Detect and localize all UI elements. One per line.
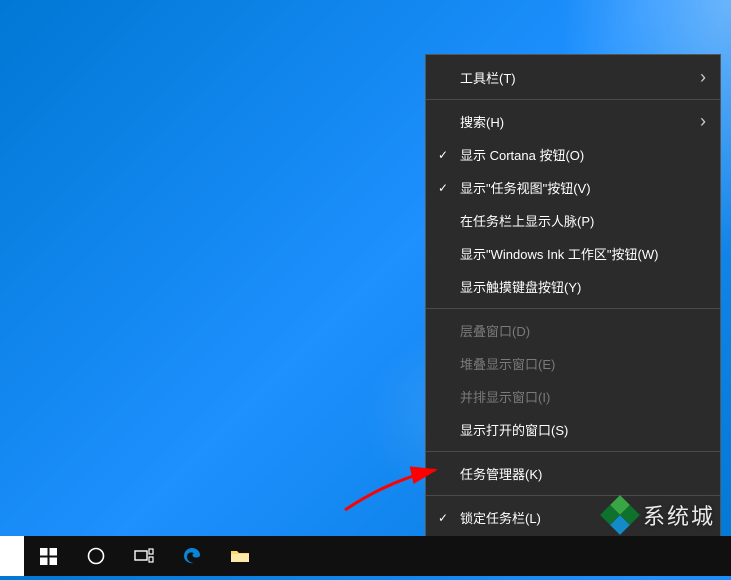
menu-label: 任务管理器(K)	[460, 464, 542, 483]
cortana-circle-icon	[87, 547, 105, 565]
check-icon: ✓	[438, 148, 448, 162]
menu-separator	[426, 495, 720, 496]
menu-label: 显示触摸键盘按钮(Y)	[460, 277, 581, 296]
menu-search[interactable]: 搜索(H)	[426, 105, 720, 138]
task-view-button[interactable]	[120, 536, 168, 576]
menu-separator	[426, 451, 720, 452]
menu-label: 并排显示窗口(I)	[460, 387, 550, 406]
menu-label: 显示 Cortana 按钮(O)	[460, 145, 584, 164]
taskbar-edge	[0, 536, 24, 576]
menu-show-touch-keyboard[interactable]: 显示触摸键盘按钮(Y)	[426, 270, 720, 303]
cortana-button[interactable]	[72, 536, 120, 576]
watermark-logo-icon	[603, 498, 637, 532]
check-icon: ✓	[438, 181, 448, 195]
edge-icon	[182, 546, 202, 566]
task-view-icon	[134, 548, 154, 564]
menu-label: 堆叠显示窗口(E)	[460, 354, 555, 373]
edge-browser-button[interactable]	[168, 536, 216, 576]
start-button[interactable]	[24, 536, 72, 576]
taskbar-context-menu: 工具栏(T) 搜索(H) ✓ 显示 Cortana 按钮(O) ✓ 显示"任务视…	[425, 54, 721, 574]
menu-label: 显示"Windows Ink 工作区"按钮(W)	[460, 244, 658, 263]
menu-label: 在任务栏上显示人脉(P)	[460, 211, 594, 230]
menu-side-by-side-windows: 并排显示窗口(I)	[426, 380, 720, 413]
file-explorer-button[interactable]	[216, 536, 264, 576]
taskbar[interactable]	[0, 536, 731, 576]
menu-separator	[426, 308, 720, 309]
menu-label: 显示打开的窗口(S)	[460, 420, 568, 439]
menu-stacked-windows: 堆叠显示窗口(E)	[426, 347, 720, 380]
menu-label: 层叠窗口(D)	[460, 321, 530, 340]
menu-show-cortana[interactable]: ✓ 显示 Cortana 按钮(O)	[426, 138, 720, 171]
folder-icon	[230, 548, 250, 564]
menu-show-open-windows[interactable]: 显示打开的窗口(S)	[426, 413, 720, 446]
windows-logo-icon	[40, 548, 57, 565]
menu-show-taskview[interactable]: ✓ 显示"任务视图"按钮(V)	[426, 171, 720, 204]
watermark-text: 系统城	[643, 499, 715, 531]
menu-show-people[interactable]: 在任务栏上显示人脉(P)	[426, 204, 720, 237]
menu-label: 显示"任务视图"按钮(V)	[460, 178, 591, 197]
menu-label: 工具栏(T)	[460, 68, 516, 87]
menu-toolbars[interactable]: 工具栏(T)	[426, 61, 720, 94]
menu-label: 搜索(H)	[460, 112, 504, 131]
menu-label: 锁定任务栏(L)	[460, 508, 541, 527]
watermark: 系统城	[603, 498, 715, 532]
menu-separator	[426, 99, 720, 100]
check-icon: ✓	[438, 511, 448, 525]
menu-task-manager[interactable]: 任务管理器(K)	[426, 457, 720, 490]
menu-cascade-windows: 层叠窗口(D)	[426, 314, 720, 347]
menu-show-ink[interactable]: 显示"Windows Ink 工作区"按钮(W)	[426, 237, 720, 270]
